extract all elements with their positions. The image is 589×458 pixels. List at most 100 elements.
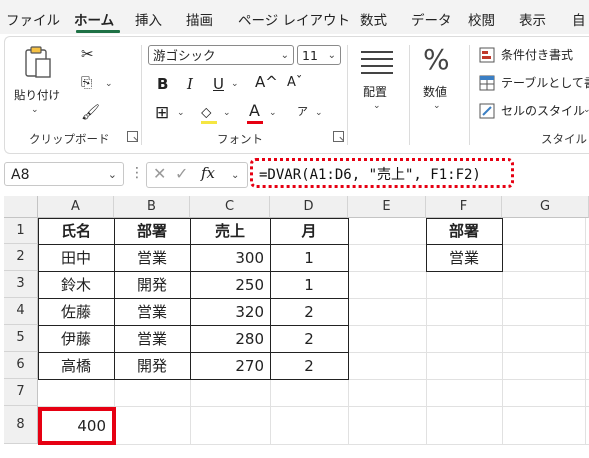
table-cell[interactable]: 2 xyxy=(270,299,348,325)
tab-home[interactable]: ホーム xyxy=(74,9,114,29)
borders-icon[interactable]: ⊞ xyxy=(155,103,169,123)
row-header-3[interactable]: 3 xyxy=(4,271,38,298)
font-color-button[interactable]: A xyxy=(249,101,260,120)
cell-styles-button[interactable]: セルのスタイル ⌄ xyxy=(477,101,589,121)
table-header-month[interactable]: 月 xyxy=(270,218,348,244)
column-header-g[interactable]: G xyxy=(502,196,589,218)
table-cell[interactable]: 270 xyxy=(190,353,270,379)
insert-function-button[interactable]: fx xyxy=(201,164,215,182)
criteria-value[interactable]: 営業 xyxy=(426,245,502,271)
cut-icon[interactable]: ✂ xyxy=(81,45,94,63)
column-header-d[interactable]: D xyxy=(270,196,348,218)
tab-draw[interactable]: 描画 xyxy=(186,9,213,29)
row-header-4[interactable]: 4 xyxy=(4,298,38,325)
table-cell[interactable]: 営業 xyxy=(114,326,190,352)
fill-color-swatch xyxy=(201,121,217,124)
row-header-1[interactable]: 1 xyxy=(4,218,38,244)
cancel-icon[interactable]: ✕ xyxy=(153,164,166,183)
table-cell[interactable]: 佐藤 xyxy=(38,299,114,325)
format-painter-icon[interactable]: 🖌 xyxy=(81,103,100,121)
ribbon-separator xyxy=(347,45,348,145)
tab-formulas[interactable]: 数式 xyxy=(360,9,387,29)
font-color-chevron-icon[interactable]: ⌄ xyxy=(269,108,277,118)
tab-insert[interactable]: 挿入 xyxy=(135,9,162,29)
table-cell[interactable]: 開発 xyxy=(114,272,190,298)
copy-icon[interactable]: ⎘ xyxy=(81,75,92,91)
enter-icon[interactable]: ✓ xyxy=(175,164,188,183)
criteria-header[interactable]: 部署 xyxy=(426,218,502,244)
table-cell[interactable]: 鈴木 xyxy=(38,272,114,298)
table-header-sales[interactable]: 売上 xyxy=(190,218,270,244)
tab-more[interactable]: 自 xyxy=(572,9,586,29)
table-cell[interactable]: 営業 xyxy=(114,299,190,325)
table-cell[interactable]: 伊藤 xyxy=(38,326,114,352)
font-name-value: 游ゴシック xyxy=(153,48,216,63)
column-header-a[interactable]: A xyxy=(38,196,114,218)
font-launcher-icon[interactable] xyxy=(333,131,344,142)
phonetic-icon[interactable]: ア xyxy=(297,103,308,119)
font-size-select[interactable]: 11 ⌄ xyxy=(297,45,341,65)
decrease-font-button[interactable]: Aˇ xyxy=(287,75,302,90)
number-format-button[interactable]: % 数値 ⌄ xyxy=(413,43,459,123)
table-cell[interactable]: 300 xyxy=(190,245,270,271)
table-cell[interactable]: 250 xyxy=(190,272,270,298)
column-header-b[interactable]: B xyxy=(114,196,190,218)
table-cell[interactable]: 田中 xyxy=(38,245,114,271)
format-as-table-button[interactable]: テーブルとして書 xyxy=(477,73,589,93)
increase-font-button[interactable]: A^ xyxy=(255,73,278,91)
table-cell[interactable]: 1 xyxy=(270,245,348,271)
font-name-select[interactable]: 游ゴシック ⌄ xyxy=(148,45,294,65)
table-cell[interactable]: 280 xyxy=(190,326,270,352)
table-cell[interactable]: 320 xyxy=(190,299,270,325)
table-cell[interactable]: 開発 xyxy=(114,353,190,379)
table-cell[interactable]: 2 xyxy=(270,353,348,379)
number-chevron-icon: ⌄ xyxy=(433,101,441,111)
font-color-swatch xyxy=(247,121,263,124)
alignment-button[interactable]: 配置 ⌄ xyxy=(355,43,401,123)
table-cell[interactable]: 1 xyxy=(270,272,348,298)
name-box-value: A8 xyxy=(11,167,30,183)
gridline xyxy=(38,444,589,445)
italic-button[interactable]: I xyxy=(187,75,193,93)
fx-chevron-icon[interactable]: ⌄ xyxy=(231,170,239,181)
table-cell[interactable]: 2 xyxy=(270,326,348,352)
formula-bar-grip-icon: ⋮ xyxy=(130,165,144,181)
gridline xyxy=(38,406,589,407)
tab-view[interactable]: 表示 xyxy=(519,9,546,29)
column-header-c[interactable]: C xyxy=(190,196,270,218)
tab-review[interactable]: 校閲 xyxy=(468,9,495,29)
bold-button[interactable]: B xyxy=(157,75,168,93)
column-header-e[interactable]: E xyxy=(348,196,426,218)
paste-button[interactable]: 貼り付け ⌄ xyxy=(14,43,60,125)
formula-input[interactable]: =DVAR(A1:D6, "売上", F1:F2) xyxy=(259,164,481,184)
table-header-dept[interactable]: 部署 xyxy=(114,218,190,244)
paste-dropdown-chevron-icon[interactable]: ⌄ xyxy=(31,105,39,115)
row-header-8[interactable]: 8 xyxy=(4,406,38,444)
underline-chevron-icon[interactable]: ⌄ xyxy=(231,79,239,89)
font-size-chevron-icon: ⌄ xyxy=(327,50,336,61)
conditional-format-button[interactable]: 条件付き書式 xyxy=(477,45,589,65)
row-header-5[interactable]: 5 xyxy=(4,325,38,352)
column-header-f[interactable]: F xyxy=(426,196,502,218)
phonetic-chevron-icon[interactable]: ⌄ xyxy=(315,108,323,118)
fill-color-chevron-icon[interactable]: ⌄ xyxy=(223,108,231,118)
name-box[interactable]: A8 ⌄ xyxy=(4,162,124,186)
ribbon-separator xyxy=(469,45,470,145)
row-header-6[interactable]: 6 xyxy=(4,352,38,379)
name-box-chevron-icon[interactable]: ⌄ xyxy=(108,163,117,187)
table-header-name[interactable]: 氏名 xyxy=(38,218,114,244)
clipboard-launcher-icon[interactable] xyxy=(127,131,138,142)
tab-file[interactable]: ファイル xyxy=(6,9,60,29)
borders-chevron-icon[interactable]: ⌄ xyxy=(177,108,185,118)
tab-data[interactable]: データ xyxy=(411,9,452,29)
copy-dropdown-chevron-icon[interactable]: ⌄ xyxy=(105,79,113,89)
table-cell[interactable]: 高橋 xyxy=(38,353,114,379)
tab-page-layout[interactable]: ページ レイアウト xyxy=(238,9,350,29)
row-header-7[interactable]: 7 xyxy=(4,379,38,406)
fill-color-icon[interactable]: ⬦ xyxy=(201,103,212,121)
select-all-corner[interactable] xyxy=(4,196,38,218)
table-cell[interactable]: 営業 xyxy=(114,245,190,271)
row-header-2[interactable]: 2 xyxy=(4,244,38,271)
result-cell-a8[interactable]: 400 xyxy=(38,412,116,440)
underline-button[interactable]: U xyxy=(213,75,224,93)
